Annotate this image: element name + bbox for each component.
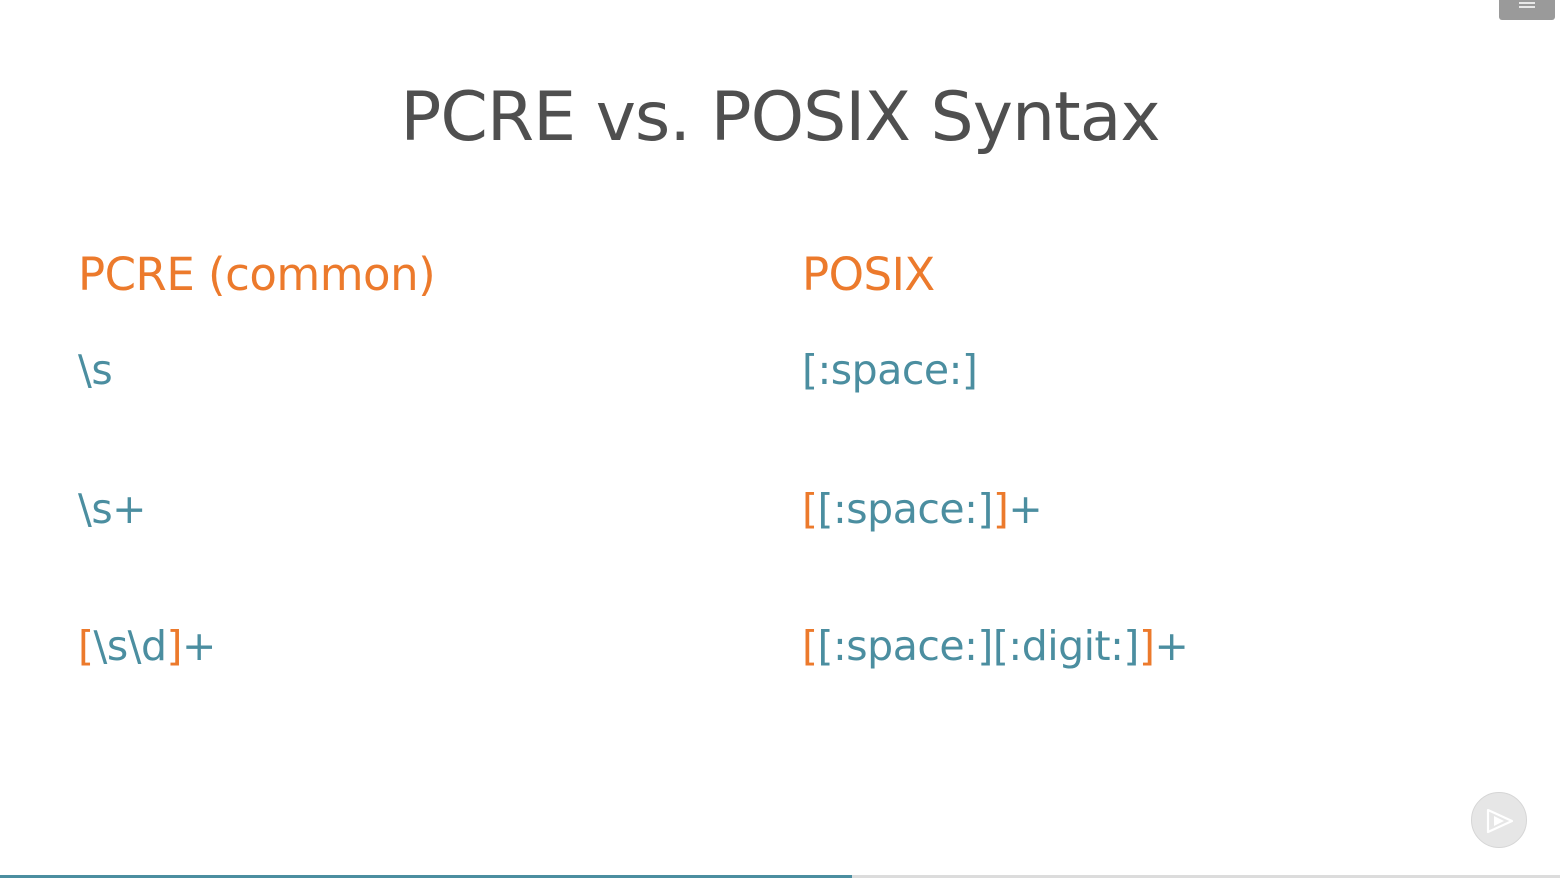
slide: PCRE vs. POSIX Syntax PCRE (common) POSI… (0, 0, 1560, 878)
play-button[interactable] (1471, 792, 1527, 848)
posix-row-3: [[:space:][:digit:]]+ (802, 622, 1189, 670)
code-segment: [:space:] (802, 346, 978, 394)
code-segment: \s\d (93, 622, 168, 670)
posix-row-2: [[:space:]]+ (802, 485, 1043, 533)
code-segment: \s (78, 346, 113, 394)
code-segment: ] (166, 622, 183, 670)
code-segment: [ (78, 622, 94, 670)
code-segment: ] (1138, 622, 1155, 670)
code-segment: [ (802, 485, 818, 533)
code-segment: + (182, 622, 216, 670)
menu-button[interactable] (1499, 0, 1555, 20)
play-icon (1486, 808, 1514, 834)
code-segment: + (1154, 622, 1189, 670)
code-segment: [:space:][:digit:] (817, 622, 1140, 670)
pcre-row-3: [\s\d]+ (78, 622, 216, 670)
posix-row-1: [:space:] (802, 346, 978, 394)
pcre-row-2: \s+ (78, 485, 147, 533)
menu-icon (1519, 2, 1535, 12)
pcre-row-1: \s (78, 346, 113, 394)
code-segment: [:space:] (817, 485, 994, 533)
code-segment: + (1008, 485, 1043, 533)
code-segment: \s+ (78, 485, 147, 533)
posix-heading: POSIX (802, 248, 935, 301)
code-segment: [ (802, 622, 818, 670)
pcre-heading: PCRE (common) (78, 248, 436, 301)
slide-title: PCRE vs. POSIX Syntax (400, 78, 1160, 157)
code-segment: ] (992, 485, 1009, 533)
